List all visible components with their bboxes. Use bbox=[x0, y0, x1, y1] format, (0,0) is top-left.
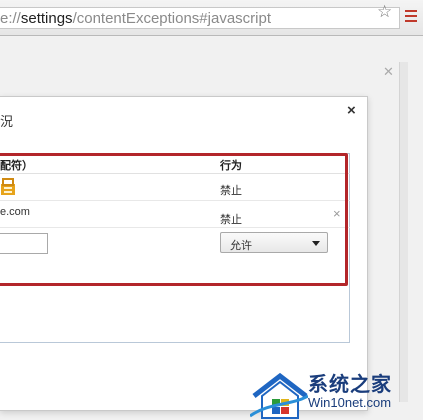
page-scrollbar[interactable] bbox=[399, 62, 408, 402]
watermark-url: Win10net.com bbox=[308, 395, 392, 410]
address-bar[interactable]: e://settings/contentExceptions#javascrip… bbox=[0, 7, 400, 29]
hamburger-menu-icon[interactable] bbox=[405, 10, 417, 24]
dialog-close-button[interactable]: × bbox=[347, 102, 356, 119]
highlight-box bbox=[0, 153, 348, 286]
watermark-house-icon bbox=[250, 372, 308, 419]
watermark: 系统之家 Win10net.com bbox=[250, 366, 423, 420]
close-icon[interactable]: ✕ bbox=[383, 64, 394, 80]
url-path: /contentExceptions#javascript bbox=[72, 10, 272, 27]
star-icon[interactable]: ☆ bbox=[377, 2, 392, 22]
url-scheme: e:// bbox=[0, 10, 21, 27]
address-bar-text: e://settings/contentExceptions#javascrip… bbox=[0, 10, 271, 27]
watermark-title: 系统之家 bbox=[308, 374, 392, 396]
browser-toolbar: e://settings/contentExceptions#javascrip… bbox=[0, 0, 423, 36]
url-host: settings bbox=[20, 10, 73, 27]
dialog-title: 況 bbox=[0, 114, 14, 129]
